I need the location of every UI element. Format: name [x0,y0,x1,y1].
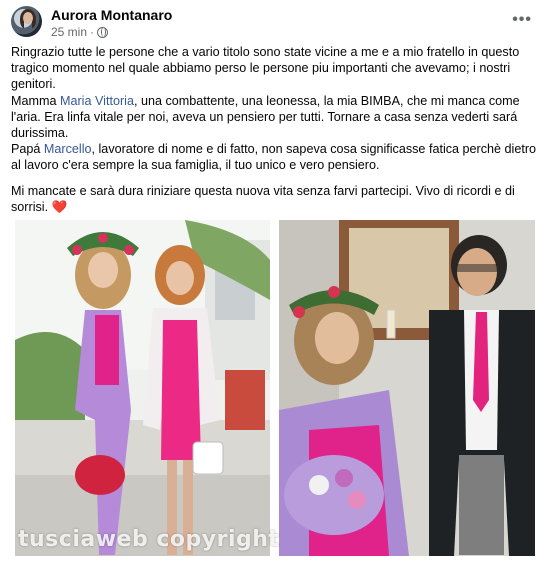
paragraph-thanks: Ringrazio tutte le persone che a vario t… [11,45,520,92]
photo-grid [15,220,535,556]
paragraph-closing: Mi mancate e sarà dura riniziare questa … [11,183,539,215]
papa-prefix: Papá [11,142,44,157]
photo-father-daughter[interactable] [279,220,535,556]
author-avatar[interactable] [11,6,42,37]
author-name[interactable]: Aurora Montanaro [51,7,172,23]
closing-text: Mi mancate e sarà dura riniziare questa … [11,183,515,214]
paragraph-mamma: Mamma Maria Vittoria, una combattente, u… [11,93,539,142]
globe-icon[interactable] [97,26,109,38]
facebook-post: Aurora Montanaro 25 min · ••• Ringrazio … [0,0,550,572]
photo-mother-daughter[interactable] [15,220,270,556]
heart-icon: ❤️ [51,199,68,214]
mamma-prefix: Mamma [11,93,60,108]
more-options-icon[interactable]: ••• [512,11,532,29]
avatar-face [23,12,33,24]
mention-marcello[interactable]: Marcello [44,142,92,156]
paragraph-papa: Papá Marcello, lavoratore di nome e di f… [11,141,539,173]
mention-maria-vittoria[interactable]: Maria Vittoria [60,94,134,108]
photo-mother-daughter-image [15,220,270,556]
photo-father-daughter-image [279,220,535,556]
post-text: Ringrazio tutte le persone che a vario t… [11,44,539,215]
post-time[interactable]: 25 min [51,25,87,39]
post-meta: 25 min · [51,25,109,39]
meta-separator: · [90,25,95,39]
watermark-text: tusciaweb copyright [18,527,280,552]
